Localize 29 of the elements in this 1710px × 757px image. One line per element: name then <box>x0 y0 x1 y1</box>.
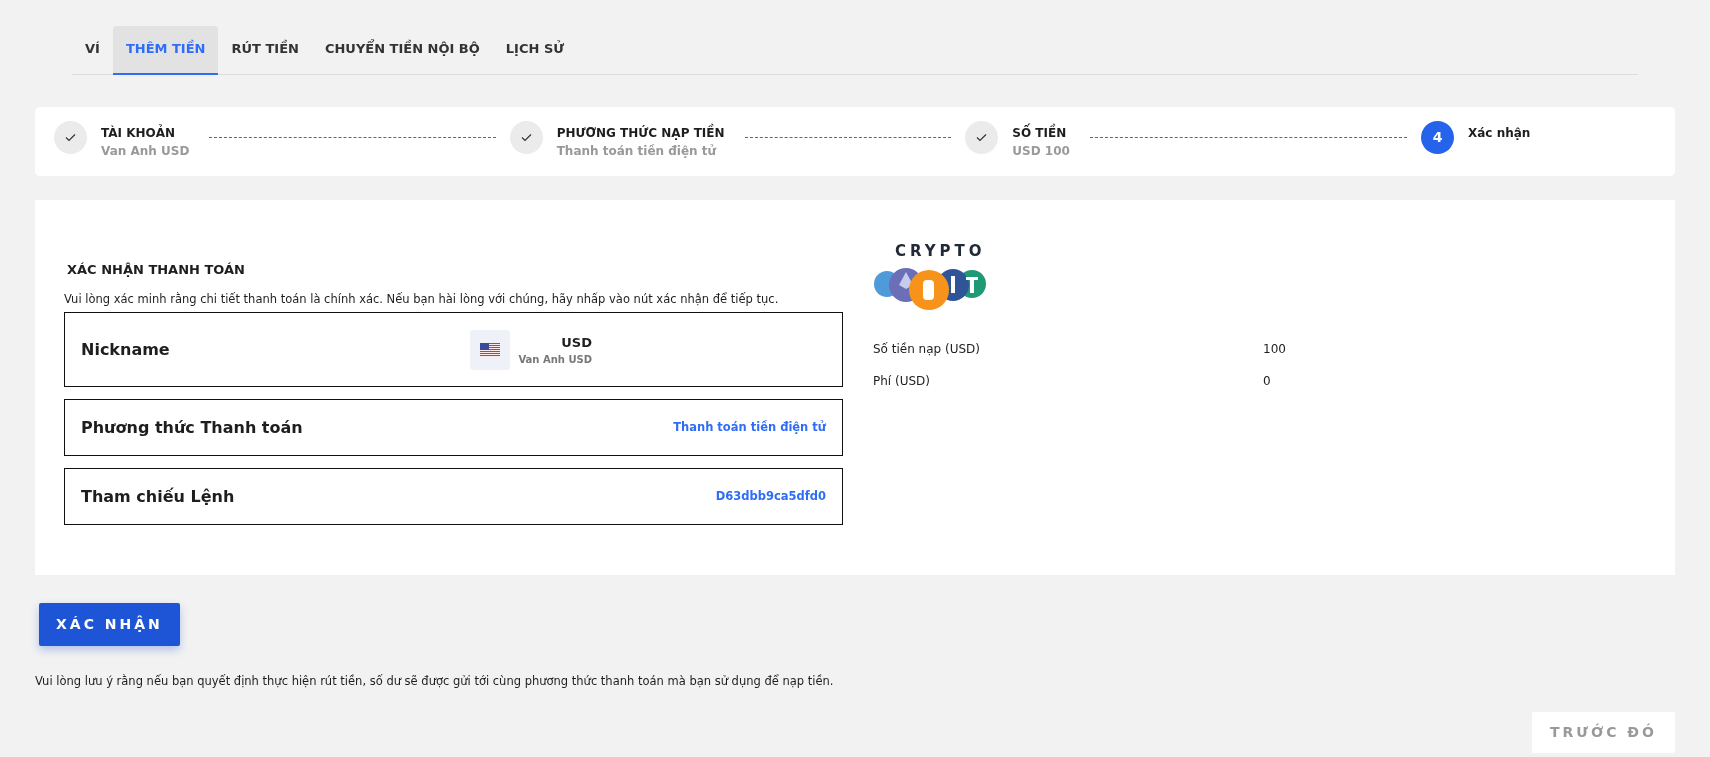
tab[interactable]: CHUYỂN TIỀN NỘI BỘ <box>311 26 493 75</box>
confirm-button[interactable]: XÁC NHẬN <box>39 602 180 646</box>
summary-label: Số tiền nạp (USD) <box>873 341 981 358</box>
step-title: TÀI KHOẢN <box>101 123 177 142</box>
row-value: D63dbb9ca5dfd0 <box>715 488 826 506</box>
tab[interactable]: VÍ <box>72 26 113 75</box>
description-text: Vui lòng xác minh rằng chi tiết thanh toán là chính xác. Nếu bạn hài lòng với chúng, hãy nhấp vào nút xác nhận để tiếp tục. <box>64 291 780 308</box>
step-title: PHƯƠNG THỨC NẠP TIỀN <box>556 123 725 142</box>
summary-label: Phí (USD) <box>873 373 931 390</box>
row-label: Nickname <box>81 338 170 361</box>
step-subtitle: Thanh toán tiền điện tử <box>556 142 718 160</box>
tab[interactable]: LỊCH SỬ <box>492 26 578 75</box>
flag-icon <box>470 329 511 370</box>
row-label: Phương thức Thanh toán <box>81 416 303 439</box>
step-subtitle: USD 100 <box>1012 142 1070 160</box>
tab[interactable]: RÚT TIỀN <box>218 26 312 75</box>
step-title: Xác nhận <box>1468 124 1531 142</box>
step-title: SỐ TIỀN <box>1012 123 1068 142</box>
currency-code: USD <box>560 333 592 352</box>
row-value: Thanh toán tiền điện tử <box>673 419 826 437</box>
step-subtitle: Van Anh USD <box>101 142 190 160</box>
note-text: Vui lòng lưu ý rằng nếu bạn quyết định thực hiện rút tiền, số dư sẽ được gửi tới cùng phương thức thanh toán mà bạn sử dụng để nạp tiền. <box>35 672 835 690</box>
row-label: Tham chiếu Lệnh <box>81 485 235 508</box>
summary-value: 100 <box>1263 341 1286 358</box>
section-title: XÁC NHẬN THANH TOÁN <box>67 260 246 279</box>
account-name: Van Anh USD <box>518 353 592 367</box>
summary-value: 0 <box>1263 373 1271 390</box>
step-number: 4 <box>1421 120 1454 154</box>
logo-text: CRYPTO <box>895 240 987 262</box>
